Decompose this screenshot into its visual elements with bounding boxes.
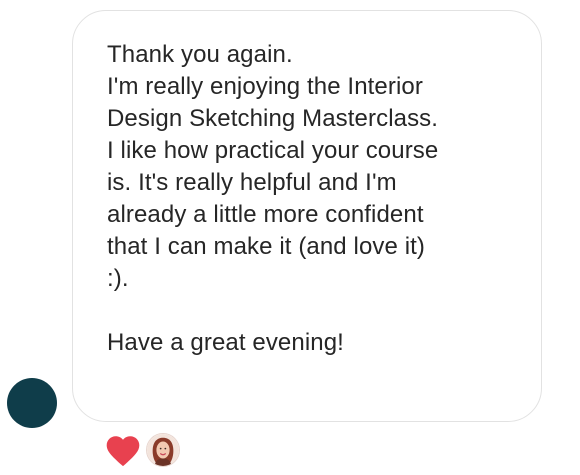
heart-icon[interactable] <box>104 432 142 468</box>
message-line: Design Sketching Masterclass. <box>107 105 439 132</box>
reactor-avatar[interactable] <box>146 433 180 467</box>
message-line: I'm really enjoying the Interior <box>107 73 423 100</box>
message-line-blank <box>107 295 517 327</box>
reactions-row[interactable] <box>104 432 180 468</box>
message-line: Thank you again. <box>107 41 293 68</box>
sender-avatar[interactable] <box>7 378 57 428</box>
message-line: is. It's really helpful and I'm <box>107 169 397 196</box>
message-line: already a little more confident <box>107 201 424 228</box>
message-line: I like how practical your course <box>107 137 439 164</box>
message-line: Have a great evening! <box>107 329 344 356</box>
message-bubble[interactable]: Thank you again. I'm really enjoying the… <box>72 10 542 422</box>
message-line: that I can make it (and love it) <box>107 233 426 260</box>
message-line: :). <box>107 265 129 292</box>
